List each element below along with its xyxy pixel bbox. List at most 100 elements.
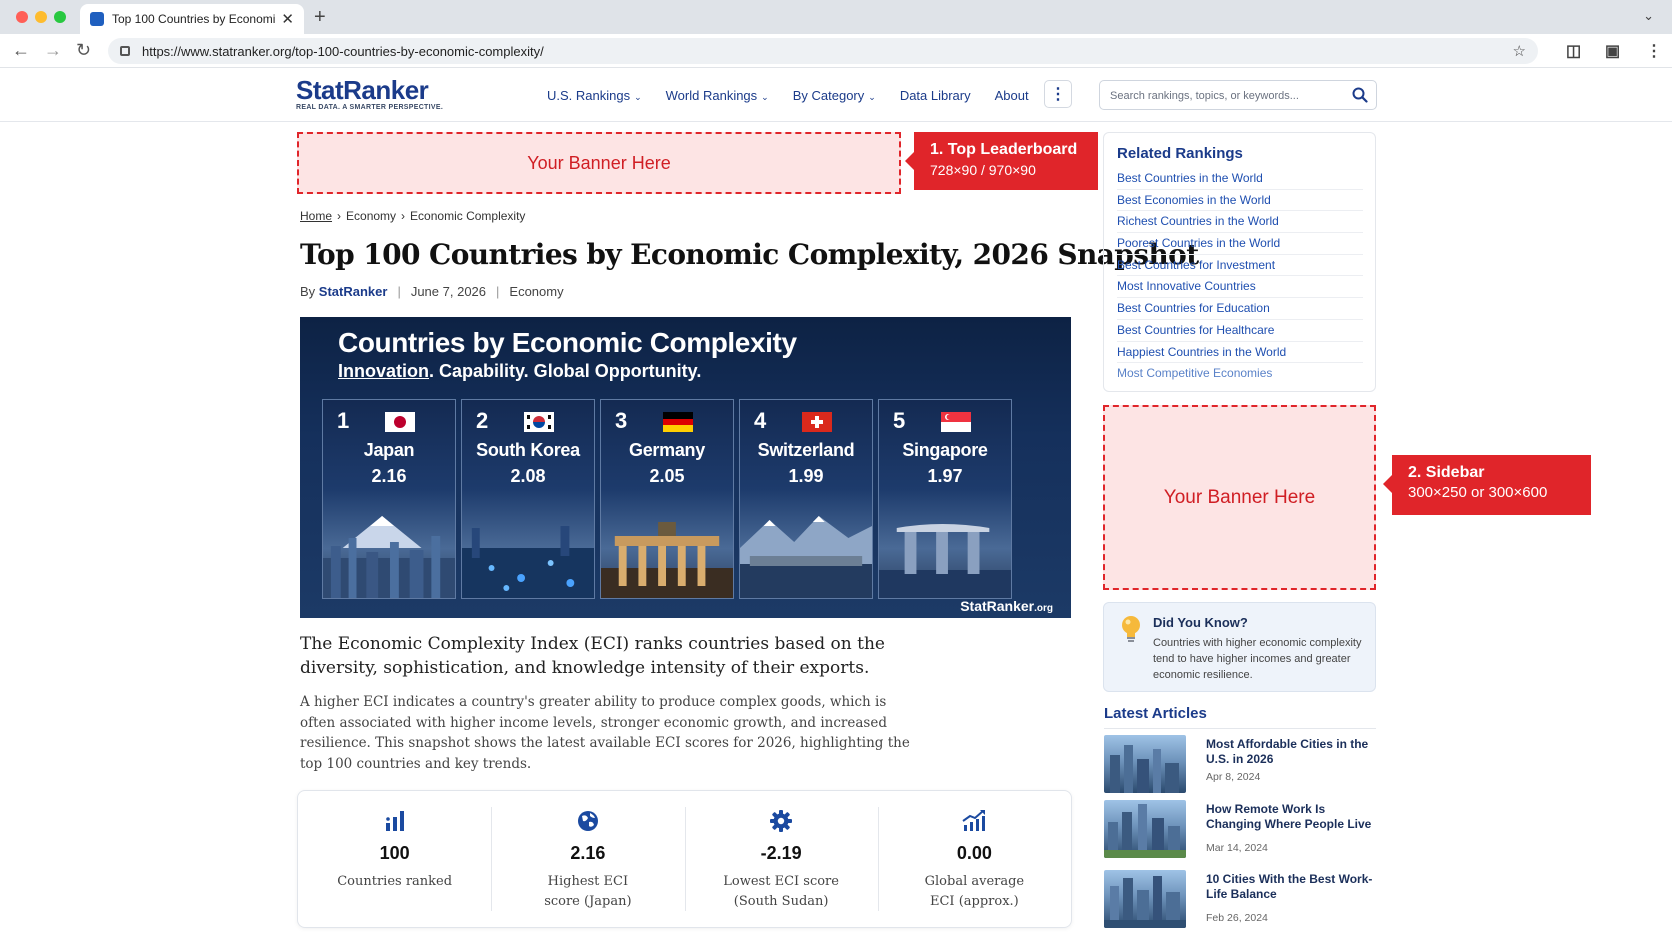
article-thumbnail[interactable] xyxy=(1104,735,1186,793)
related-rankings-title: Related Rankings xyxy=(1117,145,1243,162)
url-text[interactable]: https://www.statranker.org/top-100-count… xyxy=(142,44,1513,59)
lock-icon xyxy=(120,46,130,56)
latest-article-item[interactable]: 10 Cities With the Best Work-Life Balanc… xyxy=(1104,870,1376,932)
search-icon[interactable] xyxy=(1352,87,1368,108)
stat-countries-ranked: 100 Countries ranked xyxy=(298,791,491,927)
hero-card-country: Japan xyxy=(363,440,415,460)
hero-card-score: 2.05 xyxy=(649,466,685,486)
hero-card-country: South Korea xyxy=(476,440,580,460)
hero-card-score: 1.99 xyxy=(788,466,824,486)
related-link[interactable]: Poorest Countries in the World xyxy=(1117,233,1363,255)
gear-icon xyxy=(685,809,878,835)
stat-global-average: 0.00 Global average ECI (approx.) xyxy=(877,791,1071,927)
hero-card-score: 2.08 xyxy=(510,466,546,486)
site-search xyxy=(1099,80,1377,110)
stat-value: 100 xyxy=(379,843,410,863)
back-icon[interactable]: ← xyxy=(12,40,30,61)
tab-search-chevron-icon[interactable]: ⌄ xyxy=(1643,8,1654,24)
chevron-down-icon: ⌄ xyxy=(634,92,642,102)
site-favicon-icon xyxy=(90,12,104,26)
bar-chart-icon xyxy=(298,809,491,835)
related-link[interactable]: Most Competitive Economies xyxy=(1117,363,1363,385)
top-leaderboard-banner[interactable]: Your Banner Here xyxy=(297,132,901,194)
hero-card-rank: 2 xyxy=(476,408,489,433)
stat-label: Countries ranked xyxy=(337,874,453,889)
did-you-know-box: Did You Know? Countries with higher econ… xyxy=(1103,602,1376,692)
did-you-know-text: Countries with higher economic complexit… xyxy=(1153,637,1362,681)
latest-article-item[interactable]: Most Affordable Cities in the U.S. in 20… xyxy=(1104,735,1376,797)
hero-brand-watermark: StatRanker.org xyxy=(960,598,1053,614)
breadcrumb-separator: › xyxy=(401,209,406,223)
sidebar-banner-text: Your Banner Here xyxy=(1163,486,1316,508)
breadcrumb-home[interactable]: Home xyxy=(300,209,332,223)
window-zoom-button[interactable] xyxy=(54,11,66,23)
latest-article-date: Mar 14, 2024 xyxy=(1206,842,1268,854)
related-link[interactable]: Best Economies in the World xyxy=(1117,190,1363,212)
germany-flag-icon xyxy=(663,412,693,432)
browser-tab-active[interactable]: Top 100 Countries by Economic ✕ xyxy=(80,4,304,34)
tab-title: Top 100 Countries by Economic xyxy=(112,12,276,26)
article-thumbnail[interactable] xyxy=(1104,870,1186,928)
sidebar-banner[interactable]: Your Banner Here xyxy=(1103,405,1376,590)
hero-title: Countries by Economic Complexity xyxy=(338,327,797,358)
browser-tab-strip: Top 100 Countries by Economic ✕ + ⌄ xyxy=(0,0,1672,34)
article-body-paragraph: A higher ECI indicates a country's great… xyxy=(300,694,910,772)
latest-articles-divider xyxy=(1104,728,1376,729)
related-link[interactable]: Richest Countries in the World xyxy=(1117,211,1363,234)
hero-image: Countries by Economic Complexity Innovat… xyxy=(300,317,1071,618)
main-navigation: U.S. Rankings ⌄ World Rankings ⌄ By Catego… xyxy=(547,88,1053,103)
browser-toolbar: ← → ↻ https://www.statranker.org/top-100… xyxy=(0,34,1672,68)
breadcrumb-separator: › xyxy=(337,209,342,223)
site-logo[interactable]: StatRanker REAL DATA. A SMARTER PERSPECT… xyxy=(296,76,443,111)
nav-world-rankings[interactable]: World Rankings ⌄ xyxy=(666,88,769,103)
site-header: StatRanker REAL DATA. A SMARTER PERSPECT… xyxy=(0,68,1672,122)
related-link[interactable]: Most Innovative Countries xyxy=(1117,276,1363,299)
reload-icon[interactable]: ↻ xyxy=(76,40,91,61)
window-minimize-button[interactable] xyxy=(35,11,47,23)
latest-article-title[interactable]: Most Affordable Cities in the U.S. in 20… xyxy=(1206,737,1376,767)
related-link[interactable]: Best Countries in the World xyxy=(1117,168,1363,190)
japan-flag-icon xyxy=(385,412,415,432)
search-input[interactable] xyxy=(1110,87,1340,105)
sidebar-ad-label-title: 2. Sidebar xyxy=(1408,464,1485,481)
address-bar[interactable]: https://www.statranker.org/top-100-count… xyxy=(108,38,1538,64)
reader-mode-icon[interactable]: ◫ xyxy=(1566,41,1581,61)
callout-arrow xyxy=(1383,475,1392,493)
byline-author[interactable]: StatRanker xyxy=(319,284,388,299)
sidebar-ad-label: 2. Sidebar 300×250 or 300×600 xyxy=(1383,455,1591,515)
related-link[interactable]: Best Countries for Education xyxy=(1117,298,1363,320)
nav-us-rankings[interactable]: U.S. Rankings ⌄ xyxy=(547,88,642,103)
tab-close-icon[interactable]: ✕ xyxy=(281,10,294,28)
globe-icon xyxy=(491,809,684,835)
singapore-flag-icon xyxy=(941,412,971,432)
article-title: Top 100 Countries by Economic Complexity… xyxy=(300,238,1199,271)
bookmark-star-icon[interactable]: ☆ xyxy=(1513,42,1526,60)
hero-brand-name: StatRanker xyxy=(960,598,1035,614)
latest-article-title[interactable]: 10 Cities With the Best Work-Life Balanc… xyxy=(1206,872,1376,902)
hero-card-country: Germany xyxy=(629,440,705,460)
related-link[interactable]: Best Countries for Investment xyxy=(1117,255,1363,277)
stat-label: Global average ECI (approx.) xyxy=(924,874,1025,909)
forward-icon[interactable]: → xyxy=(44,40,62,61)
related-rankings-panel: Related Rankings Best Countries in the W… xyxy=(1103,132,1376,392)
logo-tagline: REAL DATA. A SMARTER PERSPECTIVE. xyxy=(296,104,444,111)
browser-menu-icon[interactable]: ⋮ xyxy=(1646,41,1662,61)
related-link[interactable]: Happiest Countries in the World xyxy=(1117,342,1363,364)
stat-highest-eci: 2.16 Highest ECI score (Japan) xyxy=(491,791,684,927)
byline-category[interactable]: Economy xyxy=(509,284,563,299)
latest-article-item[interactable]: How Remote Work Is Changing Where People… xyxy=(1104,800,1376,862)
article-thumbnail[interactable] xyxy=(1104,800,1186,858)
breadcrumb-economy[interactable]: Economy xyxy=(346,209,396,223)
latest-article-title[interactable]: How Remote Work Is Changing Where People… xyxy=(1206,802,1376,832)
window-close-button[interactable] xyxy=(16,11,28,23)
more-menu-button[interactable]: ⋮ xyxy=(1044,80,1072,108)
nav-data-library[interactable]: Data Library xyxy=(900,88,971,103)
byline-divider: | xyxy=(496,284,500,299)
hero-card-country: Switzerland xyxy=(757,440,855,460)
side-panel-icon[interactable]: ▣ xyxy=(1605,41,1620,61)
new-tab-icon[interactable]: + xyxy=(314,6,326,29)
related-link[interactable]: Best Countries for Healthcare xyxy=(1117,320,1363,342)
hero-subtitle-underlined: Innovation xyxy=(338,361,429,381)
nav-by-category[interactable]: By Category ⌄ xyxy=(793,88,876,103)
nav-about[interactable]: About xyxy=(995,88,1029,103)
